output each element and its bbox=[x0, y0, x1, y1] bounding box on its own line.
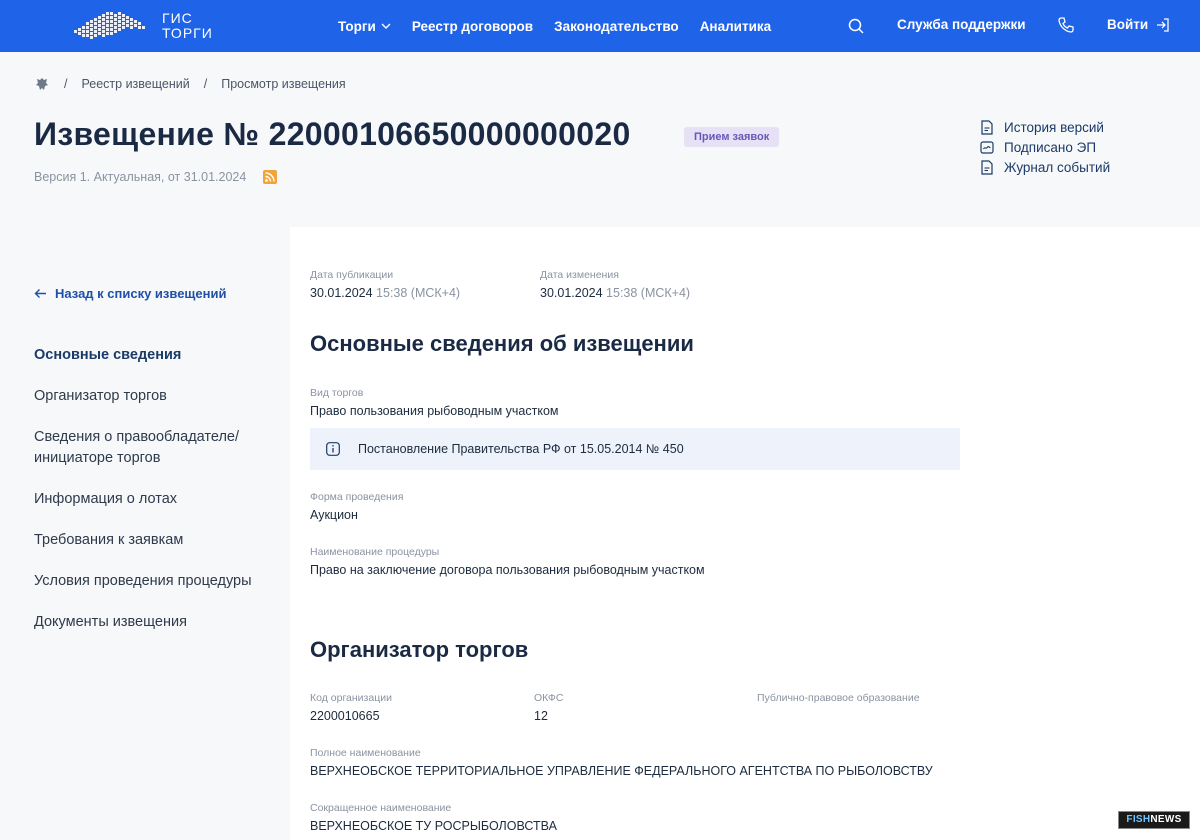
regulation-info-text: Постановление Правительства РФ от 15.05.… bbox=[358, 442, 684, 456]
russia-map-logo-icon bbox=[74, 12, 145, 39]
back-to-list-link[interactable]: Назад к списку извещений bbox=[34, 286, 226, 301]
breadcrumb-separator: / bbox=[203, 77, 208, 91]
okfs-label: ОКФС bbox=[534, 692, 564, 704]
breadcrumb-view-notice: Просмотр извещения bbox=[221, 77, 346, 91]
modified-date-label: Дата изменения bbox=[540, 269, 619, 281]
publication-date-value: 30.01.2024 15:38 (МСК+4) bbox=[310, 286, 540, 300]
section-sidebar: Назад к списку извещений Основные сведен… bbox=[0, 227, 290, 840]
okfs-field: ОКФС 12 bbox=[534, 692, 757, 723]
auction-type-value: Право пользования рыбоводным участком bbox=[310, 404, 559, 418]
okfs-value: 12 bbox=[534, 709, 548, 723]
nav-torgi[interactable]: Торги bbox=[338, 19, 391, 34]
gis-torgi-logo[interactable]: ГИС ТОРГИ bbox=[72, 8, 213, 44]
arrow-left-icon bbox=[34, 289, 46, 298]
section-organizer-title: Организатор торгов bbox=[310, 637, 529, 662]
short-name-field: Сокращенное наименование ВЕРХНЕОБСКОЕ ТУ… bbox=[310, 802, 557, 833]
full-name-value: ВЕРХНЕОБСКОЕ ТЕРРИТОРИАЛЬНОЕ УПРАВЛЕНИЕ … bbox=[310, 764, 933, 778]
rss-icon[interactable] bbox=[263, 170, 278, 184]
watermark-part-1: FISH bbox=[1126, 814, 1151, 825]
logo-text-line-1: ГИС bbox=[162, 10, 193, 26]
nav-torgi-label: Торги bbox=[338, 18, 376, 34]
public-entity-label: Публично-правовое образование bbox=[757, 692, 920, 704]
header-links: История версий Подписано ЭП Журнал событ… bbox=[980, 117, 1110, 177]
sidebar-item-organizer[interactable]: Организатор торгов bbox=[34, 386, 274, 407]
watermark-part-2: NEWS bbox=[1150, 814, 1182, 825]
top-navbar: ГИС ТОРГИ Торги Реестр договоров Законод… bbox=[0, 0, 1200, 52]
modified-time: 15:38 (МСК+4) bbox=[606, 286, 691, 300]
short-name-label: Сокращенное наименование bbox=[310, 802, 452, 814]
logo-text-line-2: ТОРГИ bbox=[162, 25, 213, 41]
status-badge: Прием заявок bbox=[684, 127, 780, 147]
nav-contracts-registry[interactable]: Реестр договоров bbox=[412, 19, 533, 34]
version-history-label: История версий bbox=[1004, 119, 1104, 135]
auction-type-label: Вид торгов bbox=[310, 387, 364, 399]
version-text: Версия 1. Актуальная, от 31.01.2024 bbox=[34, 170, 247, 184]
document-icon bbox=[981, 159, 993, 175]
signature-icon bbox=[980, 140, 994, 154]
support-link[interactable]: Служба поддержки bbox=[897, 17, 1026, 32]
info-icon bbox=[326, 442, 340, 456]
version-info: Версия 1. Актуальная, от 31.01.2024 bbox=[34, 170, 278, 184]
org-code-field: Код организации 2200010665 bbox=[310, 692, 534, 723]
sidebar-item-requirements[interactable]: Требования к заявкам bbox=[34, 530, 274, 551]
coat-of-arms-home-icon[interactable] bbox=[34, 76, 50, 92]
login-button[interactable]: Войти bbox=[1107, 17, 1170, 32]
sidebar-item-documents[interactable]: Документы извещения bbox=[34, 612, 274, 633]
sidebar-item-basic-info[interactable]: Основные сведения bbox=[34, 345, 274, 366]
breadcrumb: / Реестр извещений / Просмотр извещения bbox=[34, 76, 346, 92]
auction-type-field: Вид торгов Право пользования рыбоводным … bbox=[310, 387, 559, 418]
event-log-link[interactable]: Журнал событий bbox=[980, 157, 1110, 177]
breadcrumb-notices-registry[interactable]: Реестр извещений bbox=[81, 77, 189, 91]
back-to-list-label: Назад к списку извещений bbox=[55, 286, 227, 301]
notice-header: / Реестр извещений / Просмотр извещения … bbox=[0, 52, 1200, 227]
org-code-label: Код организации bbox=[310, 692, 392, 704]
publication-date: 30.01.2024 bbox=[310, 286, 373, 300]
regulation-info-box: Постановление Правительства РФ от 15.05.… bbox=[310, 428, 960, 470]
login-icon bbox=[1157, 17, 1169, 32]
fishnews-watermark: FISHNEWS bbox=[1118, 811, 1190, 829]
logo-text: ГИС ТОРГИ bbox=[162, 11, 213, 41]
version-history-link[interactable]: История версий bbox=[980, 117, 1110, 137]
organizer-codes-row: Код организации 2200010665 ОКФС 12 Публи… bbox=[310, 692, 920, 723]
signed-ep-link[interactable]: Подписано ЭП bbox=[980, 137, 1110, 157]
event-log-label: Журнал событий bbox=[1004, 159, 1111, 175]
form-value: Аукцион bbox=[310, 508, 358, 522]
phone-icon[interactable] bbox=[1057, 16, 1075, 34]
form-label: Форма проведения bbox=[310, 491, 404, 503]
nav-legislation[interactable]: Законодательство bbox=[554, 19, 679, 34]
breadcrumb-separator: / bbox=[64, 77, 68, 91]
nav-analytics[interactable]: Аналитика bbox=[700, 19, 771, 34]
search-icon[interactable] bbox=[847, 17, 865, 35]
full-name-label: Полное наименование bbox=[310, 747, 421, 759]
main-nav: Торги Реестр договоров Законодательство … bbox=[338, 0, 771, 52]
procedure-name-value: Право на заключение договора пользования… bbox=[310, 563, 705, 577]
sidebar-item-conditions[interactable]: Условия проведения процедуры bbox=[34, 571, 274, 592]
chevron-down-icon bbox=[381, 23, 391, 29]
modified-date-value: 30.01.2024 15:38 (МСК+4) bbox=[540, 286, 770, 300]
publication-time: 15:38 (МСК+4) bbox=[376, 286, 461, 300]
publication-date-field: Дата публикации 30.01.2024 15:38 (МСК+4) bbox=[310, 269, 540, 300]
modified-date: 30.01.2024 bbox=[540, 286, 603, 300]
org-code-value: 2200010665 bbox=[310, 709, 380, 723]
section-menu: Основные сведения Организатор торгов Све… bbox=[34, 345, 274, 653]
short-name-value: ВЕРХНЕОБСКОЕ ТУ РОСРЫБОЛОВСТВА bbox=[310, 819, 557, 833]
form-field: Форма проведения Аукцион bbox=[310, 491, 403, 522]
dates-row: Дата публикации 30.01.2024 15:38 (МСК+4)… bbox=[310, 269, 770, 300]
page-title: Извещение № 22000106650000000020 bbox=[34, 116, 631, 152]
publication-date-label: Дата публикации bbox=[310, 269, 394, 281]
sidebar-item-lots[interactable]: Информация о лотах bbox=[34, 489, 274, 510]
signed-ep-label: Подписано ЭП bbox=[1004, 139, 1097, 155]
notice-content: Дата публикации 30.01.2024 15:38 (МСК+4)… bbox=[310, 227, 1180, 840]
document-icon bbox=[981, 119, 993, 135]
sidebar-item-rightholder[interactable]: Сведения о правообладателе/ инициаторе т… bbox=[34, 427, 274, 469]
full-name-field: Полное наименование ВЕРХНЕОБСКОЕ ТЕРРИТО… bbox=[310, 747, 933, 778]
modified-date-field: Дата изменения 30.01.2024 15:38 (МСК+4) bbox=[540, 269, 770, 300]
login-label: Войти bbox=[1107, 17, 1149, 32]
procedure-name-field: Наименование процедуры Право на заключен… bbox=[310, 546, 705, 577]
public-entity-field: Публично-правовое образование bbox=[757, 692, 920, 723]
procedure-name-label: Наименование процедуры bbox=[310, 546, 440, 558]
section-basic-info-title: Основные сведения об извещении bbox=[310, 331, 694, 356]
